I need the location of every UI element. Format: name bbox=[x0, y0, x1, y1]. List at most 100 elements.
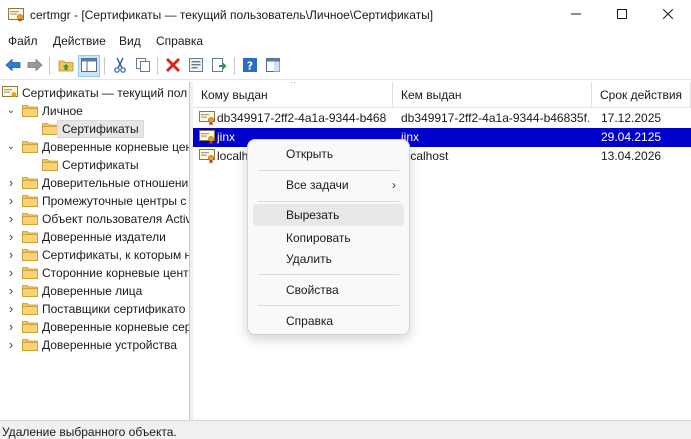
tree-item-label: Доверенные издатели bbox=[42, 230, 166, 244]
properties-icon bbox=[188, 57, 204, 76]
chevron-right-icon[interactable]: › bbox=[6, 282, 16, 300]
folder-icon bbox=[22, 338, 38, 351]
context-menu-help[interactable]: Справка bbox=[253, 310, 404, 332]
chevron-right-icon[interactable]: › bbox=[6, 246, 16, 264]
folder-icon bbox=[22, 212, 38, 225]
folder-icon bbox=[22, 302, 38, 315]
toolbar-separator bbox=[234, 57, 235, 75]
cell-expiration: 17.12.2025 bbox=[601, 111, 662, 125]
context-menu-separator bbox=[258, 305, 399, 306]
status-bar: Удаление выбранного объекта. bbox=[0, 420, 691, 439]
status-text: Удаление выбранного объекта. bbox=[2, 425, 177, 439]
title-bar: certmgr - [Сертификаты — текущий пользов… bbox=[0, 0, 691, 30]
close-button[interactable] bbox=[645, 0, 691, 30]
context-menu-copy[interactable]: Копировать bbox=[253, 227, 404, 249]
folder-icon bbox=[22, 104, 38, 117]
folder-icon bbox=[22, 320, 38, 333]
tree-item-label: Объект пользователя Activ bbox=[42, 212, 190, 226]
tree-item-label: Доверенные устройства bbox=[42, 338, 177, 352]
context-menu: Открыть Все задачи › Вырезать Копировать… bbox=[247, 139, 410, 335]
chevron-right-icon[interactable]: › bbox=[6, 192, 16, 210]
chevron-down-icon[interactable]: ⌄ bbox=[6, 102, 16, 120]
folder-icon bbox=[22, 284, 38, 297]
tree-item-label: Доверенные лица bbox=[42, 284, 143, 298]
context-menu-separator bbox=[258, 170, 399, 171]
column-header-label: Срок действия bbox=[600, 88, 683, 102]
folder-icon bbox=[42, 158, 58, 171]
copy-icon bbox=[135, 57, 151, 76]
folder-icon bbox=[22, 248, 38, 261]
column-header-issued-to[interactable]: ^ Кому выдан bbox=[193, 82, 393, 108]
maximize-icon bbox=[617, 8, 627, 22]
forward-button[interactable] bbox=[24, 55, 46, 77]
tree-item-label: Доверенные корневые цен bbox=[42, 140, 190, 154]
context-menu-item-label: Все задачи bbox=[286, 178, 349, 192]
folder-icon bbox=[22, 176, 38, 189]
menu-file[interactable]: Файл bbox=[8, 34, 38, 48]
certificate-icon bbox=[199, 149, 215, 164]
context-menu-delete[interactable]: Удалить bbox=[253, 248, 404, 270]
certificate-icon bbox=[199, 111, 215, 126]
menu-view[interactable]: Вид bbox=[119, 34, 141, 48]
cut-button[interactable] bbox=[109, 55, 131, 77]
context-menu-all-tasks[interactable]: Все задачи › bbox=[253, 174, 404, 196]
column-header-label: Кому выдан bbox=[201, 88, 268, 102]
context-menu-separator bbox=[258, 274, 399, 275]
context-menu-cut[interactable]: Вырезать bbox=[253, 204, 404, 226]
chevron-right-icon[interactable]: › bbox=[6, 318, 16, 336]
back-icon bbox=[5, 58, 21, 75]
minimize-icon bbox=[571, 8, 581, 22]
cell-issued-to: db349917-2ff2-4a1a-9344-b468... bbox=[217, 111, 387, 125]
column-header-expiration[interactable]: Срок действия bbox=[592, 82, 691, 108]
up-folder-button[interactable] bbox=[55, 55, 77, 77]
back-button[interactable] bbox=[2, 55, 24, 77]
svg-text:?: ? bbox=[247, 59, 253, 72]
certificate-row[interactable]: db349917-2ff2-4a1a-9344-b468... db349917-… bbox=[193, 109, 691, 128]
sort-ascending-icon: ^ bbox=[291, 82, 296, 88]
tree-item-label: Поставщики сертификато bbox=[42, 302, 186, 316]
export-list-button[interactable] bbox=[208, 55, 230, 77]
console-pane-icon bbox=[265, 57, 281, 76]
console-pane-button[interactable] bbox=[262, 55, 284, 77]
context-menu-separator bbox=[258, 201, 399, 202]
certmgr-app-icon bbox=[8, 8, 24, 22]
toolbar: ? bbox=[0, 52, 691, 80]
show-hide-tree-icon bbox=[81, 57, 97, 75]
chevron-down-icon[interactable]: ⌄ bbox=[6, 138, 16, 156]
tree-item-label: Сторонние корневые цент bbox=[42, 266, 189, 280]
cell-issued-by: db349917-2ff2-4a1a-9344-b46835f... bbox=[401, 111, 589, 125]
chevron-right-icon[interactable]: › bbox=[6, 174, 16, 192]
tree-item-label: Доверенные корневые сер bbox=[42, 320, 190, 334]
certificate-store-icon bbox=[2, 86, 18, 99]
up-folder-icon bbox=[58, 58, 74, 75]
menu-help[interactable]: Справка bbox=[156, 34, 203, 48]
forward-icon bbox=[27, 58, 43, 75]
copy-button[interactable] bbox=[132, 55, 154, 77]
chevron-right-icon[interactable]: › bbox=[6, 336, 16, 354]
context-menu-open[interactable]: Открыть bbox=[253, 143, 404, 165]
cell-expiration: 13.04.2026 bbox=[601, 149, 662, 163]
chevron-right-icon[interactable]: › bbox=[6, 228, 16, 246]
toolbar-separator bbox=[49, 57, 50, 75]
show-hide-tree-button[interactable] bbox=[78, 55, 100, 77]
chevron-right-icon[interactable]: › bbox=[6, 300, 16, 318]
context-menu-properties[interactable]: Свойства bbox=[253, 279, 404, 301]
tree-item-label: Сертификаты bbox=[57, 120, 144, 138]
menu-action[interactable]: Действие bbox=[53, 34, 106, 48]
maximize-button[interactable] bbox=[599, 0, 645, 30]
cell-issued-by: jinx bbox=[401, 130, 420, 144]
properties-button[interactable] bbox=[185, 55, 207, 77]
folder-icon bbox=[22, 266, 38, 279]
menu-bar: Файл Действие Вид Справка bbox=[0, 30, 691, 52]
help-button[interactable]: ? bbox=[239, 55, 261, 77]
tree-item-label: Сертификаты bbox=[62, 158, 139, 172]
chevron-right-icon[interactable]: › bbox=[6, 210, 16, 228]
export-list-icon bbox=[211, 57, 227, 76]
toolbar-separator bbox=[104, 57, 105, 75]
column-header-issued-by[interactable]: Кем выдан bbox=[393, 82, 592, 108]
chevron-right-icon: › bbox=[392, 178, 396, 192]
minimize-button[interactable] bbox=[553, 0, 599, 30]
tree-item-label: Сертификаты — текущий пол bbox=[22, 86, 188, 100]
chevron-right-icon[interactable]: › bbox=[6, 264, 16, 282]
delete-button[interactable] bbox=[162, 55, 184, 77]
